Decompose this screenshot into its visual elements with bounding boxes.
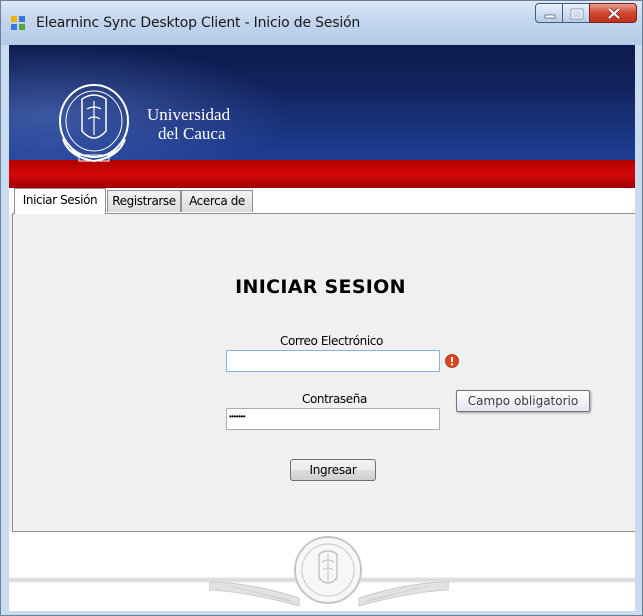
password-label: Contraseña: [302, 392, 367, 406]
email-field[interactable]: [226, 350, 440, 372]
university-name: Universidad del Cauca: [147, 105, 230, 143]
client-area: Universidad del Cauca Iniciar Sesión Reg…: [9, 45, 635, 611]
email-label: Correo Electrónico: [280, 334, 383, 348]
error-icon: [445, 354, 459, 368]
app-window: Elearninc Sync Desktop Client - Inicio d…: [0, 0, 643, 616]
maximize-icon: [570, 8, 584, 20]
login-tab-page: INICIAR SESION Correo Electrónico Contra…: [12, 213, 635, 532]
tab-strip: Iniciar Sesión Registrarse Acerca de: [9, 188, 635, 214]
window-title: Elearninc Sync Desktop Client - Inicio d…: [36, 15, 361, 31]
title-bar[interactable]: Elearninc Sync Desktop Client - Inicio d…: [1, 1, 642, 45]
footer: [9, 532, 635, 611]
minimize-icon: [544, 14, 556, 19]
password-field[interactable]: [226, 408, 440, 430]
submit-button[interactable]: Ingresar: [290, 459, 376, 481]
university-name-line2: del Cauca: [158, 124, 226, 143]
tab-registrarse[interactable]: Registrarse: [107, 190, 181, 212]
tab-iniciar-sesion[interactable]: Iniciar Sesión: [14, 188, 106, 214]
university-banner: Universidad del Cauca: [9, 45, 635, 188]
university-name-line1: Universidad: [147, 105, 231, 124]
minimize-button[interactable]: [535, 3, 563, 23]
university-seal-icon: [59, 84, 129, 163]
login-title: INICIAR SESION: [235, 276, 406, 298]
footer-seal-icon: [294, 536, 362, 604]
maximize-button[interactable]: [562, 3, 590, 23]
error-tooltip: Campo obligatorio: [456, 390, 590, 412]
close-icon: [607, 7, 621, 20]
tab-acerca-de[interactable]: Acerca de: [181, 190, 253, 212]
app-icon: [11, 16, 25, 30]
close-button[interactable]: [589, 3, 637, 23]
